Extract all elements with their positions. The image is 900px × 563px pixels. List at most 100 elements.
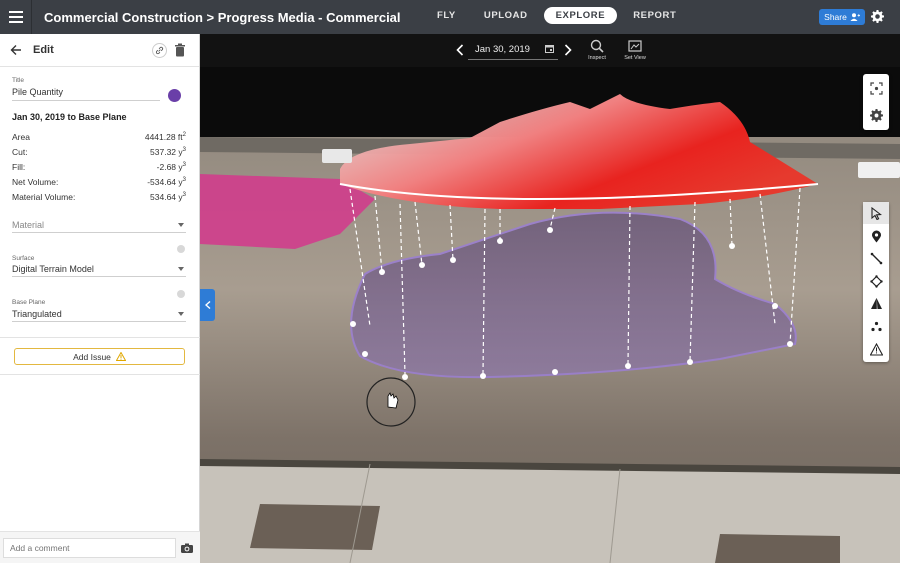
- area-tool[interactable]: [863, 270, 889, 292]
- stat-label: Material Volume:: [12, 192, 76, 202]
- main-nav: FLY UPLOAD EXPLORE REPORT: [425, 7, 692, 24]
- top-bar: Commercial Construction > Progress Media…: [0, 0, 900, 34]
- title-field-input[interactable]: Pile Quantity: [12, 87, 63, 97]
- color-picker-swatch[interactable]: [168, 89, 181, 102]
- tab-fly[interactable]: FLY: [425, 7, 468, 24]
- tab-upload[interactable]: UPLOAD: [472, 7, 540, 24]
- focus-button[interactable]: [863, 77, 889, 99]
- back-arrow-icon[interactable]: [10, 44, 22, 56]
- tab-report[interactable]: REPORT: [621, 7, 688, 24]
- panel-title: Edit: [33, 44, 54, 56]
- location-tool[interactable]: [863, 225, 889, 247]
- inspect-tool[interactable]: Inspect: [582, 39, 612, 61]
- stat-value: 537.32 y3: [150, 147, 186, 157]
- stat-net-volume: Net Volume: -534.64 y3: [12, 177, 186, 187]
- chevron-left-icon: [204, 301, 210, 309]
- chevron-down-icon: [178, 312, 184, 316]
- comment-bar: [0, 531, 200, 563]
- surface-dropdown[interactable]: Digital Terrain Model: [12, 264, 186, 274]
- truck: [858, 162, 900, 178]
- stat-material-volume: Material Volume: 534.64 y3: [12, 192, 186, 202]
- share-button[interactable]: Share: [819, 9, 865, 25]
- truck: [322, 149, 352, 163]
- stat-label: Cut:: [12, 147, 28, 157]
- edit-header: Edit: [0, 34, 199, 67]
- add-issue-label: Add Issue: [73, 351, 111, 362]
- stat-value: 534.64 y3: [150, 192, 186, 202]
- chevron-left-icon[interactable]: [456, 44, 464, 56]
- project-breadcrumb[interactable]: Commercial Construction > Progress Media…: [44, 10, 401, 25]
- area-polygon-icon: [869, 274, 883, 288]
- chevron-down-icon: [178, 223, 184, 227]
- share-label: Share: [824, 12, 847, 22]
- focus-target-icon: [869, 81, 883, 95]
- comparison-title: Jan 30, 2019 to Base Plane: [12, 112, 127, 122]
- base-plane-underline: [12, 321, 186, 322]
- chevron-down-icon: [178, 267, 184, 271]
- calendar-icon[interactable]: [545, 44, 554, 53]
- view-tools-box: [863, 74, 889, 130]
- stat-value: 4441.28 ft2: [144, 132, 186, 142]
- tab-explore[interactable]: EXPLORE: [543, 7, 618, 24]
- set-view-label: Set View: [624, 55, 646, 61]
- divider: [0, 374, 200, 375]
- stat-fill: Fill: -2.68 y3: [12, 162, 186, 172]
- edit-panel: Edit Title Pile Quantity Jan 30, 2019 to…: [0, 34, 200, 563]
- stat-value: -2.68 y3: [156, 162, 186, 172]
- issue-tool[interactable]: [863, 338, 889, 360]
- add-issue-button[interactable]: Add Issue: [14, 348, 185, 365]
- stat-cut: Cut: 537.32 y3: [12, 147, 186, 157]
- title-field-label: Title: [12, 77, 25, 84]
- inspect-label: Inspect: [588, 55, 606, 61]
- select-tool[interactable]: [863, 202, 889, 224]
- hamburger-icon: [8, 11, 23, 23]
- info-icon[interactable]: [177, 290, 185, 298]
- camera-icon[interactable]: [181, 543, 193, 553]
- stat-label: Net Volume:: [12, 177, 59, 187]
- stat-value: -534.64 y3: [147, 177, 186, 187]
- planter-patch: [715, 534, 840, 563]
- warning-triangle-icon: [869, 342, 883, 356]
- menu-button[interactable]: [0, 0, 32, 34]
- stat-area: Area 4441.28 ft2: [12, 132, 186, 142]
- surface-underline: [12, 276, 186, 277]
- map-viewport[interactable]: Jan 30, 2019 Inspect Set View: [200, 34, 900, 563]
- material-dropdown[interactable]: Material: [12, 220, 186, 230]
- date-selector[interactable]: Jan 30, 2019: [475, 44, 530, 55]
- measure-toolbar: [863, 202, 889, 362]
- frame-icon: [628, 40, 642, 52]
- material-underline: [12, 232, 186, 233]
- volume-cone-icon: [870, 297, 882, 309]
- site-3d-scene: [200, 67, 900, 563]
- measure-line-icon: [870, 252, 882, 264]
- divider: [0, 337, 200, 338]
- warning-icon: [115, 352, 126, 361]
- base-plane-dropdown[interactable]: Triangulated: [12, 309, 186, 319]
- stat-label: Fill:: [12, 162, 26, 172]
- copy-link-button[interactable]: [152, 43, 167, 58]
- layer-settings-button[interactable]: [863, 104, 889, 126]
- delete-trash-icon[interactable]: [174, 43, 186, 57]
- stat-label: Area: [12, 132, 30, 142]
- chevron-right-icon[interactable]: [564, 44, 572, 56]
- add-user-icon: [850, 13, 860, 21]
- title-field-underline: [12, 100, 160, 101]
- volume-tool[interactable]: [863, 292, 889, 314]
- info-icon[interactable]: [177, 245, 185, 253]
- gear-icon: [869, 108, 883, 122]
- settings-gear-icon[interactable]: [871, 10, 884, 23]
- select-arrow-icon: [870, 206, 882, 220]
- base-plane-label: Base Plane: [12, 299, 46, 306]
- set-view-tool[interactable]: Set View: [618, 39, 652, 61]
- magnifier-icon: [590, 39, 604, 53]
- location-pin-icon: [871, 230, 881, 242]
- count-dots-icon: [870, 321, 882, 331]
- date-bar: Jan 30, 2019 Inspect Set View: [200, 34, 900, 67]
- link-icon: [155, 46, 164, 55]
- distance-tool[interactable]: [863, 247, 889, 269]
- date-underline: [468, 59, 558, 60]
- count-tool[interactable]: [863, 315, 889, 337]
- comment-input[interactable]: [3, 538, 176, 558]
- surface-label: Surface: [12, 255, 35, 262]
- collapse-panel-button[interactable]: [200, 289, 215, 321]
